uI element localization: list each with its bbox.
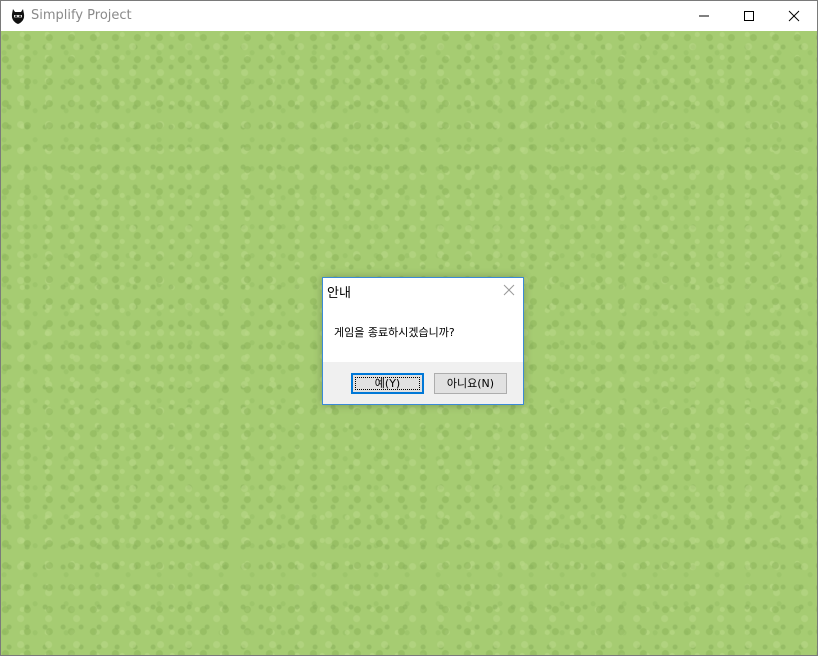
close-icon (788, 10, 800, 22)
minimize-button[interactable] (681, 1, 727, 31)
close-icon (503, 284, 515, 296)
close-button[interactable] (771, 1, 817, 31)
maximize-icon (744, 11, 754, 21)
dialog-message: 게임을 종료하시겠습니까? (334, 326, 455, 339)
yes-button[interactable]: 예(Y) (351, 373, 424, 394)
dialog-button-bar: 예(Y) 아니요(N) (323, 362, 523, 404)
dialog-close-button[interactable] (501, 282, 517, 298)
window-title: Simplify Project (31, 8, 132, 23)
ninja-head-icon (10, 7, 26, 25)
minimize-icon (699, 15, 709, 17)
exit-confirm-dialog: 안내 게임을 종료하시겠습니까? 예(Y) 아니요(N) (322, 277, 524, 405)
title-bar[interactable]: Simplify Project (1, 1, 817, 31)
no-button[interactable]: 아니요(N) (434, 373, 507, 394)
dialog-title: 안내 (327, 286, 351, 301)
maximize-button[interactable] (726, 1, 772, 31)
